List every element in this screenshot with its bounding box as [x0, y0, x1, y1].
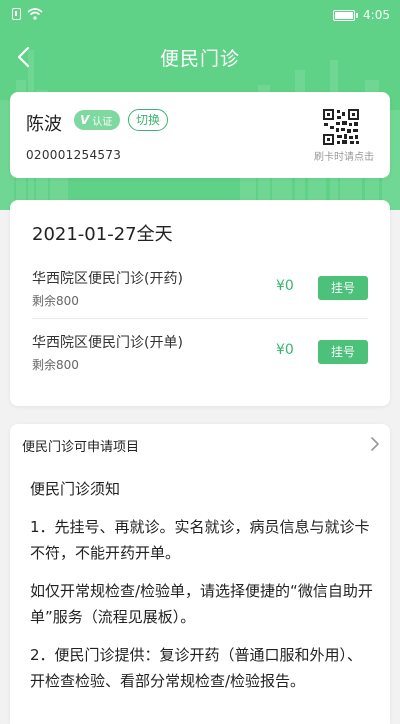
qr-hint-text: 刷卡时请点击	[314, 152, 374, 163]
clinic-slot: 华西院区便民门诊(开单) 剩余800 ¥0 挂号	[32, 330, 368, 380]
clinic-slot: 华西院区便民门诊(开药) 剩余800 ¥0 挂号	[32, 266, 368, 316]
applicable-items-header[interactable]: 便民门诊可申请项目	[10, 424, 390, 464]
page-title: 便民门诊	[159, 48, 240, 70]
patient-name: 陈波	[26, 114, 62, 135]
sim-card-icon	[12, 8, 21, 20]
notice-paragraph: 1．先挂号、再就诊。实名就诊，病员信息与就诊卡不符，不能开药开单。	[30, 518, 370, 562]
notice-paragraph: 如仅开常规检查/检验单，请选择便捷的“微信自助开单”服务（流程见展板）。	[30, 582, 373, 626]
qr-code-icon[interactable]	[323, 109, 359, 145]
patient-card: 陈波 V 认证 切换 020001254573 刷卡时请点击	[10, 92, 390, 178]
nav-bar: 便民门诊	[0, 32, 400, 82]
info-card: 便民门诊可申请项目 便民门诊须知 1．先挂号、再就诊。实名就诊，病员信息与就诊卡…	[10, 424, 390, 724]
slot-remaining: 剩余800	[32, 294, 79, 308]
status-time: 4:05	[363, 8, 390, 22]
register-button[interactable]: 挂号	[318, 340, 368, 364]
status-bar: 4:05	[0, 0, 400, 32]
schedule-date: 2021-01-27全天	[32, 224, 173, 245]
verified-badge: V 认证	[74, 110, 121, 130]
clinic-notice: 便民门诊须知 1．先挂号、再就诊。实名就诊，病员信息与就诊卡不符，不能开药开单。…	[30, 476, 376, 706]
switch-patient-button[interactable]: 切换	[128, 109, 169, 131]
wifi-icon	[27, 8, 43, 20]
battery-icon	[333, 9, 359, 21]
slot-name: 华西院区便民门诊(开药)	[32, 271, 183, 287]
notice-paragraph: 2．便民门诊提供：复诊开药（普通口服和外用）、开检查检验、看部分常规检查/检验报…	[30, 646, 363, 690]
info-header-title: 便民门诊可申请项目	[22, 440, 140, 455]
slot-price: ¥0	[276, 342, 294, 358]
notice-title: 便民门诊须知	[30, 480, 121, 498]
verified-label: 认证	[92, 116, 113, 128]
verified-mark: V	[80, 113, 90, 127]
slot-price: ¥0	[276, 278, 294, 294]
register-button[interactable]: 挂号	[318, 276, 368, 300]
divider	[32, 318, 368, 319]
medical-card-number: 020001254573	[26, 148, 122, 162]
slot-remaining: 剩余800	[32, 358, 79, 372]
chevron-right-icon	[371, 437, 379, 451]
schedule-card: 2021-01-27全天 华西院区便民门诊(开药) 剩余800 ¥0 挂号 华西…	[10, 200, 390, 406]
slot-name: 华西院区便民门诊(开单)	[32, 335, 183, 351]
